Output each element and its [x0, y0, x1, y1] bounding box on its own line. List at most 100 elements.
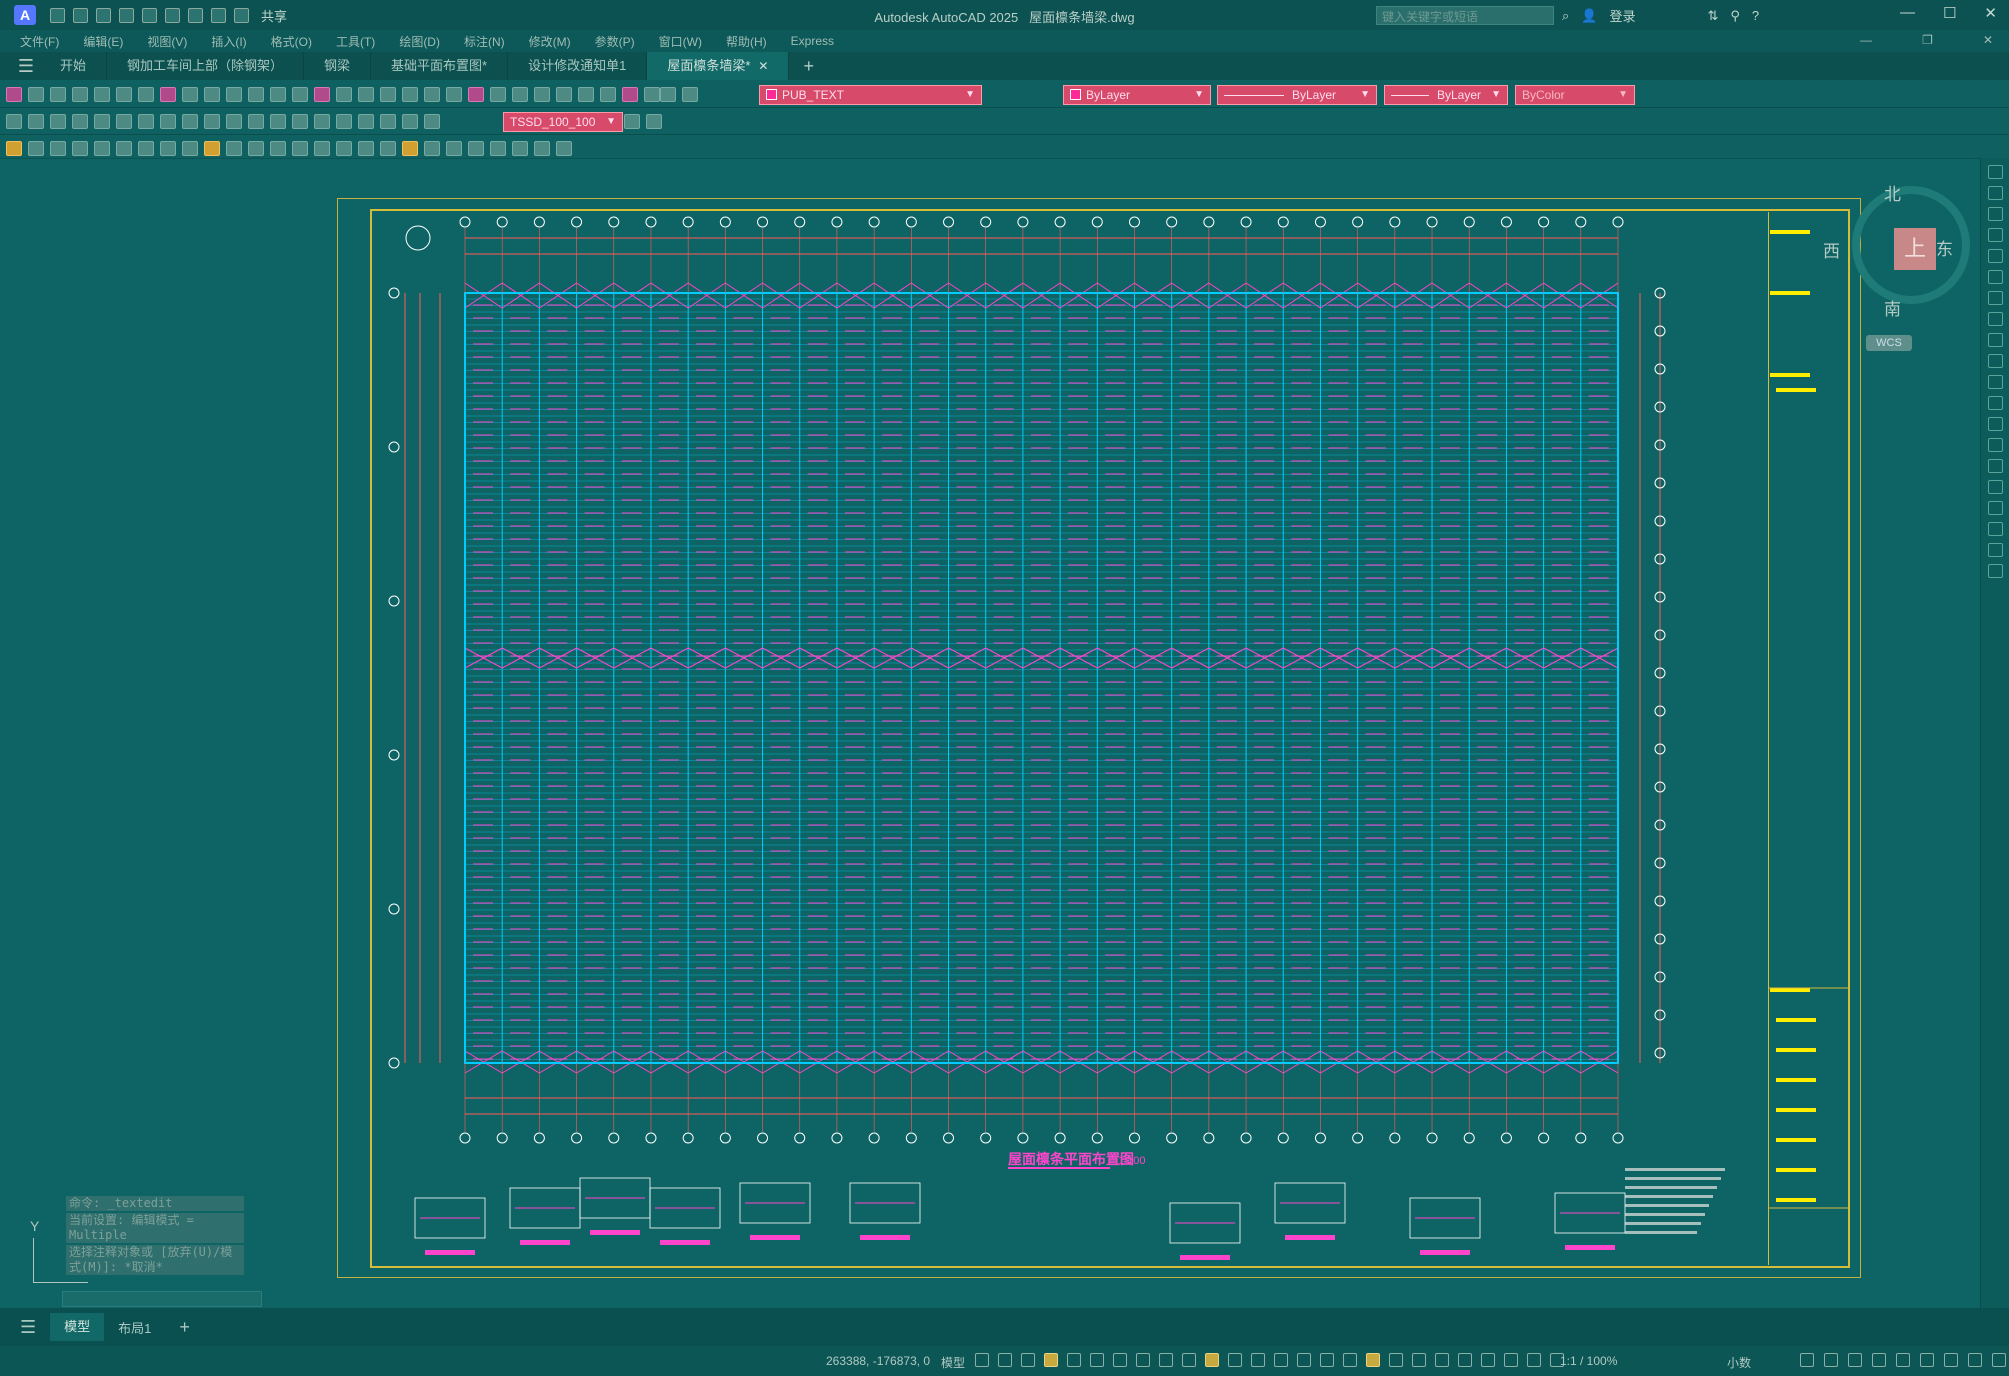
- menu-insert[interactable]: 插入(I): [211, 33, 246, 50]
- status-toggle-icon[interactable]: [1481, 1353, 1495, 1367]
- tool-icon[interactable]: [50, 113, 66, 129]
- tool-icon[interactable]: [314, 113, 330, 129]
- tool-icon[interactable]: [6, 113, 22, 129]
- tool-icon[interactable]: [336, 86, 352, 102]
- status-toggle-icon[interactable]: [1297, 1353, 1311, 1367]
- publish-icon[interactable]: [142, 7, 157, 23]
- tool-icon[interactable]: [226, 113, 242, 129]
- tool-icon[interactable]: [138, 86, 154, 102]
- open-icon[interactable]: [73, 7, 88, 23]
- nav-tool-icon[interactable]: [1987, 522, 2003, 536]
- menu-format[interactable]: 格式(O): [271, 33, 312, 50]
- help-icon[interactable]: ?: [1752, 8, 1759, 23]
- status-toggle-icon[interactable]: [1343, 1353, 1357, 1367]
- menu-tools[interactable]: 工具(T): [336, 33, 375, 50]
- nav-tool-icon[interactable]: [1987, 501, 2003, 515]
- nav-tool-icon[interactable]: [1987, 165, 2003, 179]
- status-toggle-icon[interactable]: [1251, 1353, 1265, 1367]
- status-toggle-icon[interactable]: [1458, 1353, 1472, 1367]
- tool-icon[interactable]: [72, 86, 88, 102]
- tab-layout1[interactable]: 布局1: [104, 1318, 165, 1337]
- nav-tool-icon[interactable]: [1987, 396, 2003, 410]
- tool-icon[interactable]: [138, 113, 154, 129]
- tool-icon[interactable]: [490, 86, 506, 102]
- tool-icon[interactable]: [446, 140, 462, 156]
- tool-icon[interactable]: [600, 86, 616, 102]
- plotstyle-select[interactable]: ByColor ▼: [1515, 85, 1635, 105]
- nav-tool-icon[interactable]: [1987, 291, 2003, 305]
- tool-icon[interactable]: [336, 140, 352, 156]
- tool-icon[interactable]: [6, 86, 22, 102]
- tool-icon[interactable]: [226, 86, 242, 102]
- lineweight-select[interactable]: ByLayer ▼: [1384, 85, 1508, 105]
- tool-icon[interactable]: [490, 140, 506, 156]
- tool-icon[interactable]: [160, 86, 176, 102]
- menu-modify[interactable]: 修改(M): [529, 33, 571, 50]
- tool-icon[interactable]: [446, 86, 462, 102]
- status-toggle-icon[interactable]: [1389, 1353, 1403, 1367]
- tab-roof-purlin[interactable]: 屋面檩条墙梁* ✕: [647, 52, 790, 80]
- tool-icon[interactable]: [646, 113, 662, 129]
- status-toggle-icon[interactable]: [1527, 1353, 1541, 1367]
- tool-icon[interactable]: [512, 140, 528, 156]
- tool-icon[interactable]: [468, 140, 484, 156]
- status-toggle-icon[interactable]: [1090, 1353, 1104, 1367]
- tool-icon[interactable]: [50, 140, 66, 156]
- status-toggle-icon[interactable]: [1504, 1353, 1518, 1367]
- status-toggle-icon[interactable]: [1228, 1353, 1242, 1367]
- menu-view[interactable]: 视图(V): [147, 33, 187, 50]
- tool-icon[interactable]: [402, 86, 418, 102]
- menu-dimension[interactable]: 标注(N): [464, 33, 505, 50]
- tool-icon[interactable]: [204, 113, 220, 129]
- tool-icon[interactable]: [270, 140, 286, 156]
- tool-icon[interactable]: [314, 140, 330, 156]
- search-input[interactable]: 键入关键字或短语: [1376, 6, 1554, 25]
- tool-icon[interactable]: [380, 140, 396, 156]
- tab-foundation-plan[interactable]: 基础平面布置图*: [371, 52, 509, 80]
- tool-icon[interactable]: [468, 86, 484, 102]
- cart-icon[interactable]: ⇅: [1707, 8, 1718, 24]
- undo-icon[interactable]: [211, 7, 226, 23]
- menu-parametric[interactable]: 参数(P): [595, 33, 635, 50]
- tab-steel-beam[interactable]: 钢梁: [304, 52, 372, 80]
- tool-icon[interactable]: [660, 86, 676, 102]
- doc-minimize-button[interactable]: —: [1860, 33, 1872, 47]
- status-tool-icon[interactable]: [1896, 1353, 1910, 1367]
- tool-icon[interactable]: [28, 86, 44, 102]
- redo-icon[interactable]: [234, 7, 249, 23]
- tool-icon[interactable]: [6, 140, 22, 156]
- search-icon[interactable]: ⌕: [1562, 8, 1569, 24]
- tool-icon[interactable]: [182, 140, 198, 156]
- status-tool-icon[interactable]: [1824, 1353, 1838, 1367]
- tool-icon[interactable]: [160, 140, 176, 156]
- tool-icon[interactable]: [226, 140, 242, 156]
- status-toggle-icon[interactable]: [975, 1353, 989, 1367]
- viewcube-south[interactable]: 南: [1884, 295, 1901, 320]
- status-toggle-icon[interactable]: [1412, 1353, 1426, 1367]
- tool-icon[interactable]: [204, 86, 220, 102]
- nav-tool-icon[interactable]: [1987, 459, 2003, 473]
- status-tool-icon[interactable]: [1800, 1353, 1814, 1367]
- tool-icon[interactable]: [248, 86, 264, 102]
- tool-icon[interactable]: [94, 140, 110, 156]
- units-select[interactable]: 小数: [1727, 1354, 1751, 1371]
- saveas-icon[interactable]: [119, 7, 134, 23]
- nav-tool-icon[interactable]: [1987, 270, 2003, 284]
- command-input[interactable]: [62, 1291, 262, 1307]
- tool-icon[interactable]: [50, 86, 66, 102]
- layer-select[interactable]: PUB_TEXT ▼: [759, 85, 982, 105]
- status-tool-icon[interactable]: [1872, 1353, 1886, 1367]
- linetype-select[interactable]: ByLayer ▼: [1217, 85, 1377, 105]
- tool-icon[interactable]: [116, 140, 132, 156]
- tool-icon[interactable]: [644, 86, 660, 102]
- nav-tool-icon[interactable]: [1987, 354, 2003, 368]
- maximize-button[interactable]: ☐: [1943, 4, 1956, 22]
- tool-icon[interactable]: [28, 140, 44, 156]
- status-toggle-icon[interactable]: [1113, 1353, 1127, 1367]
- tool-icon[interactable]: [204, 140, 220, 156]
- tool-icon[interactable]: [402, 140, 418, 156]
- tool-icon[interactable]: [578, 86, 594, 102]
- tool-icon[interactable]: [94, 113, 110, 129]
- new-icon[interactable]: [50, 7, 65, 23]
- user-icon[interactable]: 👤: [1581, 8, 1597, 24]
